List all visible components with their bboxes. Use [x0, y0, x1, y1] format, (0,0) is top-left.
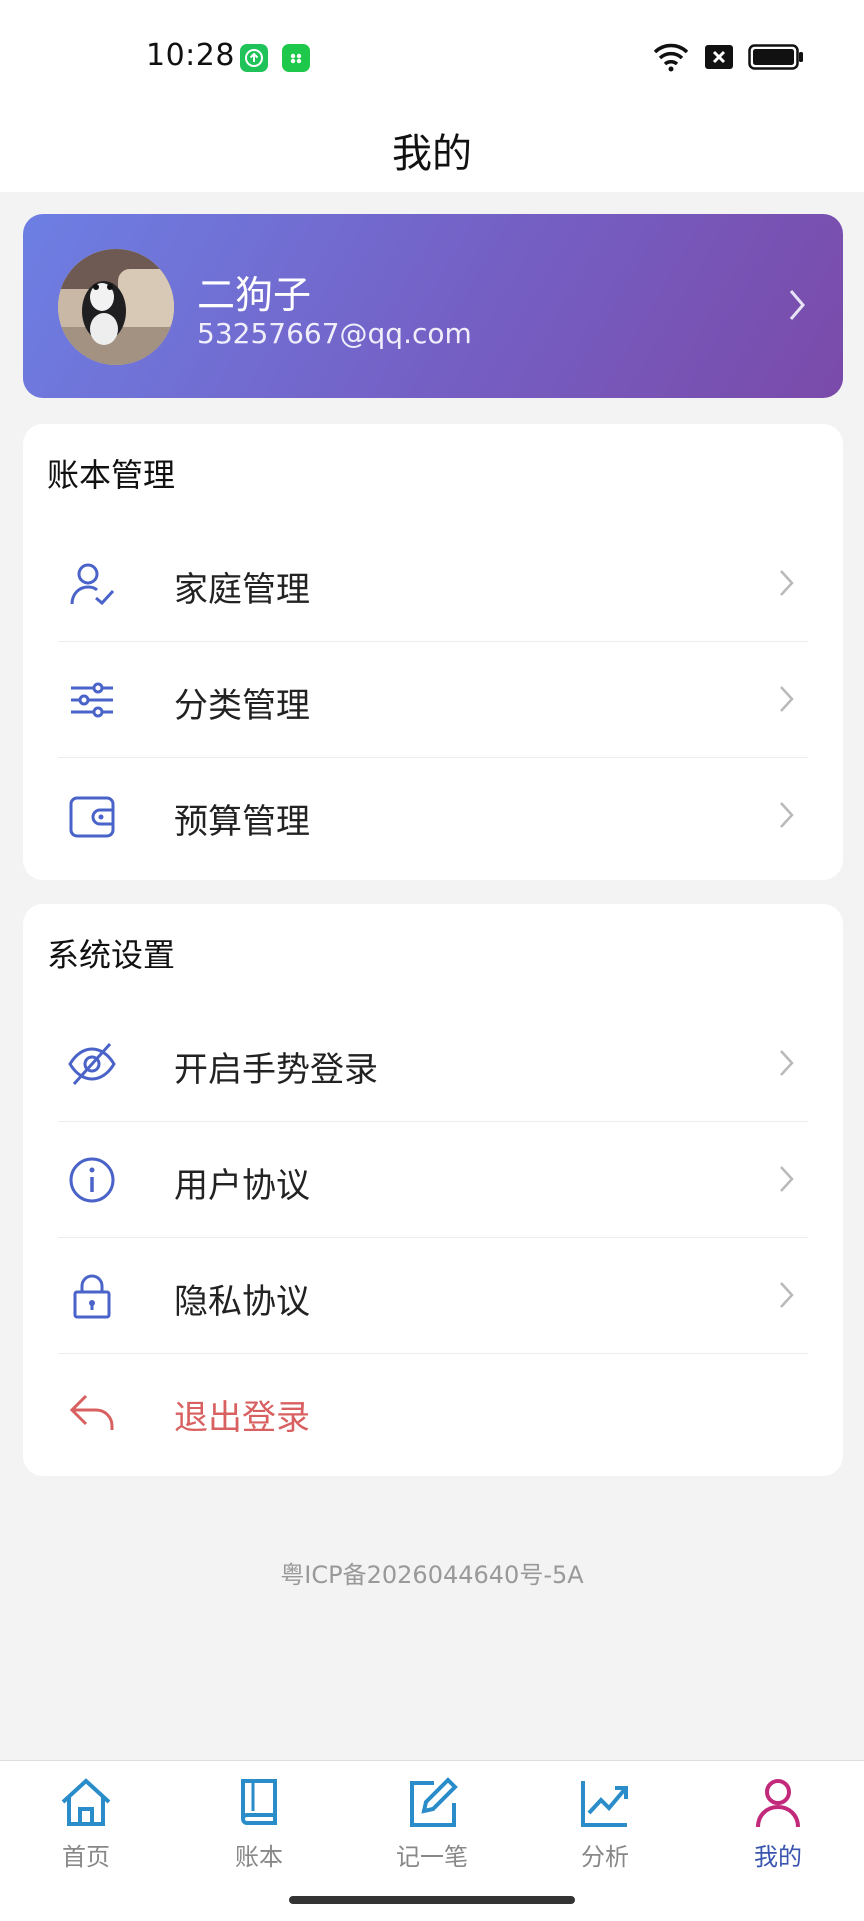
- tab-add-record[interactable]: 记一笔: [372, 1775, 492, 1872]
- row-gesture-login[interactable]: 开启手势登录: [58, 1006, 808, 1122]
- chevron-right-icon: [778, 1048, 796, 1082]
- section-title-settings: 系统设置: [47, 936, 176, 974]
- trend-icon: [545, 1775, 665, 1831]
- system-settings-section: 系统设置 开启手势登录 用户协议 隐私协议 退出登录: [23, 904, 843, 1476]
- info-icon: [68, 1156, 116, 1204]
- battery-icon: [748, 44, 804, 74]
- chevron-right-icon: [778, 1164, 796, 1198]
- wifi-icon: [652, 42, 690, 76]
- row-privacy-agreement[interactable]: 隐私协议: [58, 1238, 808, 1354]
- eye-off-icon: [68, 1040, 116, 1088]
- row-category-management[interactable]: 分类管理: [58, 642, 808, 758]
- page-header: 我的: [0, 108, 864, 192]
- row-family-management[interactable]: 家庭管理: [58, 526, 808, 642]
- book-icon: [199, 1775, 319, 1831]
- tab-label: 分析: [581, 1843, 629, 1871]
- person-icon: [718, 1775, 838, 1831]
- row-label: 隐私协议: [174, 1282, 310, 1322]
- sliders-icon: [68, 676, 116, 724]
- tab-label: 首页: [62, 1843, 110, 1871]
- chevron-right-icon: [778, 800, 796, 834]
- chevron-right-icon: [778, 568, 796, 602]
- tab-home[interactable]: 首页: [26, 1775, 146, 1872]
- wallet-icon: [68, 792, 116, 840]
- tab-label: 记一笔: [396, 1843, 468, 1871]
- row-logout[interactable]: 退出登录: [58, 1354, 808, 1470]
- row-label: 开启手势登录: [174, 1050, 378, 1090]
- logout-label: 退出登录: [174, 1398, 310, 1438]
- profile-name: 二狗子: [197, 273, 312, 317]
- row-budget-management[interactable]: 预算管理: [58, 758, 808, 874]
- row-label: 家庭管理: [174, 570, 310, 610]
- edit-icon: [372, 1775, 492, 1831]
- upload-app-icon: [240, 44, 268, 72]
- status-bar: 10:28: [0, 0, 864, 108]
- tab-label: 我的: [754, 1843, 802, 1871]
- home-indicator: [289, 1896, 575, 1904]
- row-user-agreement[interactable]: 用户协议: [58, 1122, 808, 1238]
- profile-card[interactable]: 二狗子 53257667@qq.com: [23, 214, 843, 398]
- tab-analysis[interactable]: 分析: [545, 1775, 665, 1872]
- lock-icon: [68, 1272, 116, 1320]
- wechat-app-icon: [282, 44, 310, 72]
- row-label: 分类管理: [174, 686, 310, 726]
- row-label: 预算管理: [174, 802, 310, 842]
- avatar[interactable]: [58, 249, 174, 365]
- tab-label: 账本: [235, 1843, 283, 1871]
- no-sim-icon: [704, 44, 734, 74]
- chevron-right-icon: [778, 1280, 796, 1314]
- icp-license: 粤ICP备2026044640号-5A: [280, 1561, 584, 1589]
- chevron-right-icon: [787, 288, 807, 326]
- profile-email: 53257667@qq.com: [197, 317, 472, 350]
- chevron-right-icon: [778, 684, 796, 718]
- status-time: 10:28: [146, 38, 235, 73]
- row-label: 用户协议: [174, 1166, 310, 1206]
- ledger-management-section: 账本管理 家庭管理 分类管理 预算管理: [23, 424, 843, 880]
- logout-arrow-icon: [68, 1388, 116, 1436]
- home-icon: [26, 1775, 146, 1831]
- page-title: 我的: [392, 131, 472, 177]
- tab-ledger[interactable]: 账本: [199, 1775, 319, 1872]
- section-title-ledger: 账本管理: [47, 456, 176, 494]
- user-check-icon: [68, 560, 116, 608]
- tab-mine[interactable]: 我的: [718, 1775, 838, 1872]
